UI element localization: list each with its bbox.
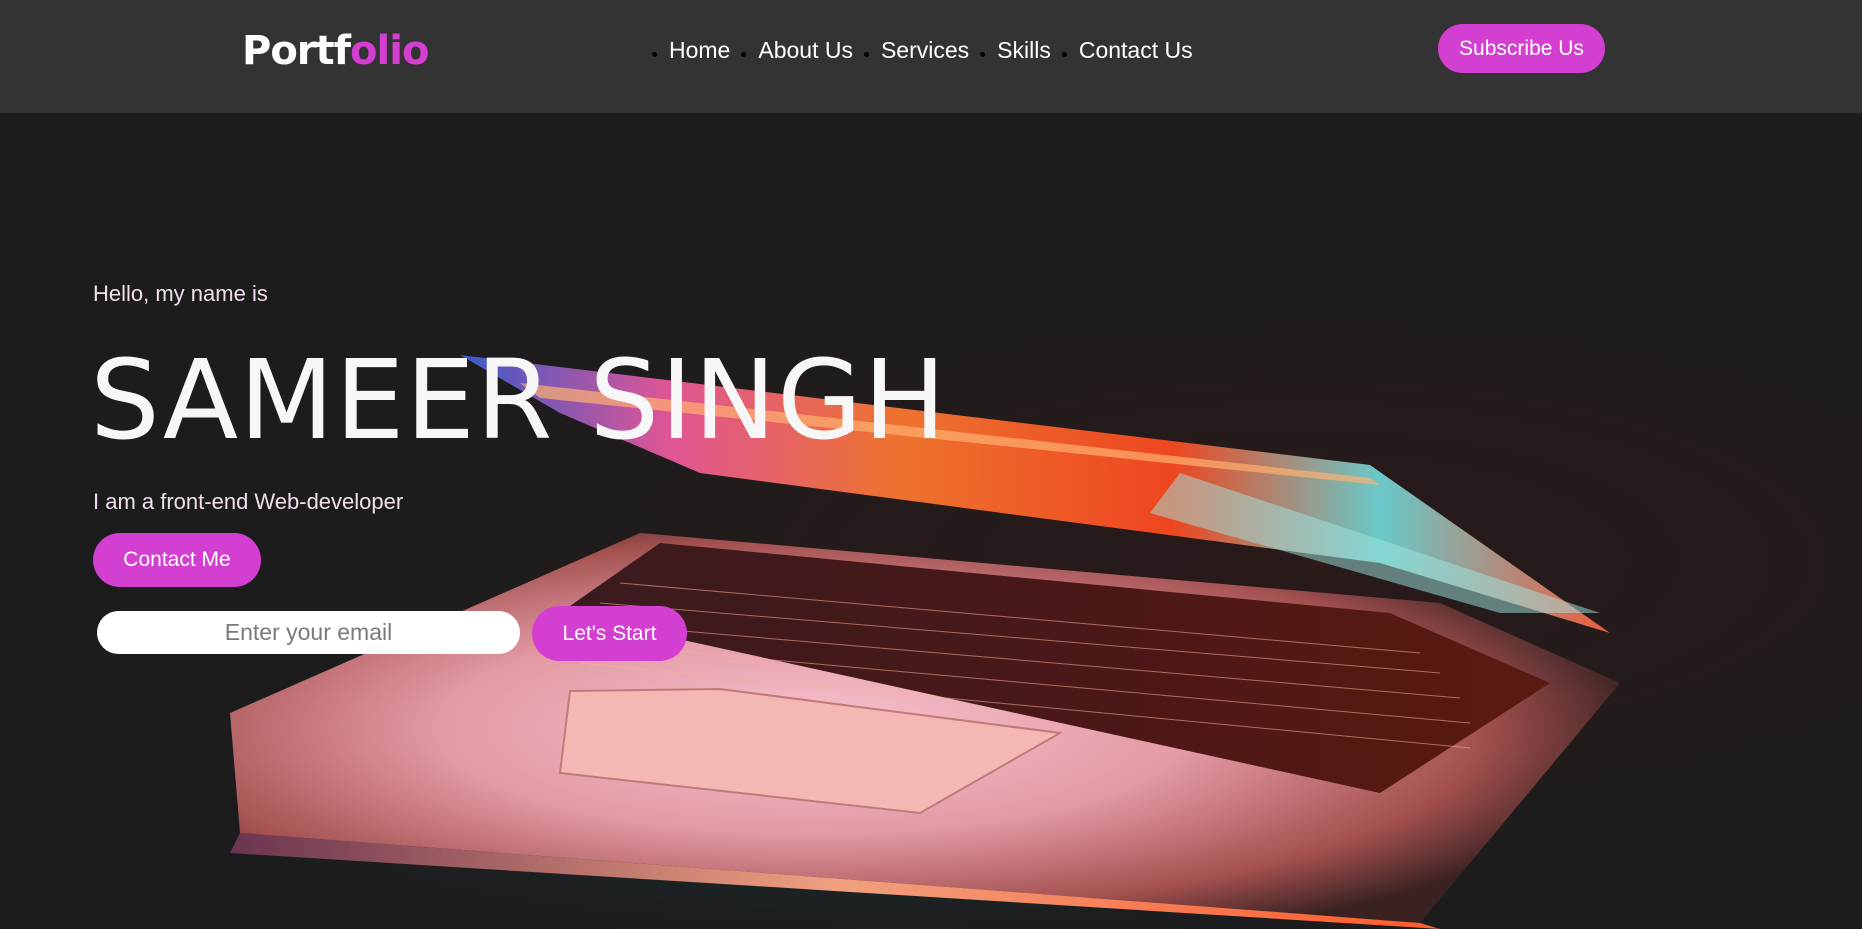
- subscribe-button[interactable]: Subscribe Us: [1438, 24, 1605, 73]
- bullet-icon: [652, 51, 657, 57]
- hero-section: Hello, my name is SAMEER SINGH I am a fr…: [0, 113, 1862, 929]
- nav-item-label: Skills: [997, 36, 1051, 63]
- lets-start-button[interactable]: Let's Start: [532, 606, 687, 661]
- nav-item-label: About Us: [758, 36, 853, 63]
- email-input[interactable]: [97, 611, 520, 654]
- logo[interactable]: Portfolio: [242, 24, 429, 78]
- nav-item-contact-us[interactable]: Contact Us: [1061, 36, 1193, 64]
- laptop-background-image: [140, 355, 1660, 929]
- contact-me-button[interactable]: Contact Me: [93, 533, 261, 587]
- nav-item-services[interactable]: Services: [863, 36, 970, 64]
- logo-text-white: Portf: [242, 28, 351, 74]
- bullet-icon: [980, 51, 986, 57]
- bullet-icon: [1061, 51, 1067, 57]
- nav-item-about-us[interactable]: About Us: [741, 37, 853, 64]
- navbar: Portfolio Home About Us Services Skills …: [0, 0, 1862, 113]
- role-text: I am a front-end Web-developer: [93, 489, 404, 514]
- nav-item-skills[interactable]: Skills: [980, 37, 1051, 64]
- bullet-icon: [863, 51, 869, 57]
- greeting-text: Hello, my name is: [93, 281, 268, 306]
- nav-item-home[interactable]: Home: [652, 37, 730, 64]
- nav-links: Home About Us Services Skills Contact Us: [652, 32, 1204, 68]
- nav-item-label: Services: [880, 36, 970, 63]
- nav-item-label: Home: [669, 36, 731, 63]
- logo-text-accent: olio: [350, 28, 429, 74]
- nav-item-label: Contact Us: [1078, 36, 1193, 63]
- bullet-icon: [741, 51, 747, 57]
- hero-name-heading: SAMEER SINGH: [90, 336, 947, 464]
